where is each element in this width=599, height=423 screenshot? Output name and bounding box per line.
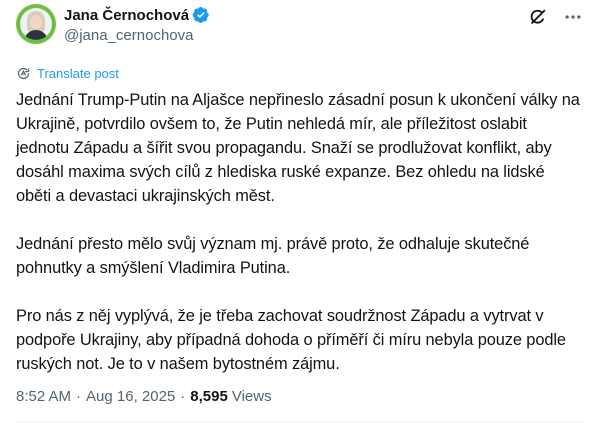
avatar-photo: [20, 8, 52, 40]
views-count[interactable]: 8,595: [190, 388, 228, 405]
post-text: Jednání Trump-Putin na Aljašce nepřinesl…: [16, 88, 583, 400]
meta-separator: ·: [76, 388, 82, 405]
author-names: Jana Černochová @jana_cernochova: [64, 5, 210, 44]
post-time[interactable]: 8:52 AM: [16, 388, 71, 405]
header-actions: [527, 6, 583, 28]
divider: [16, 421, 583, 422]
meta-separator: ·: [180, 388, 186, 405]
post-paragraph: Jednání přesto mělo svůj význam mj. práv…: [16, 235, 530, 277]
name-row: Jana Černochová: [64, 5, 210, 25]
post-paragraph: Pro nás z něj vyplývá, že je třeba zacho…: [16, 307, 566, 373]
avatar[interactable]: [16, 4, 56, 44]
post-paragraph: Jednání Trump-Putin na Aljašce nepřinesl…: [16, 91, 580, 205]
verified-badge-icon[interactable]: [192, 6, 210, 24]
more-icon[interactable]: [563, 7, 583, 27]
translate-icon: [17, 67, 30, 79]
tweet-header: Jana Černochová @jana_cernochova: [16, 4, 583, 52]
translate-post[interactable]: Translate post: [16, 64, 119, 82]
handle[interactable]: @jana_cernochova: [64, 27, 210, 44]
tweet: Jana Černochová @jana_cernochova Transla…: [0, 0, 599, 423]
translate-label[interactable]: Translate post: [37, 66, 119, 81]
post-meta: 8:52 AM · Aug 16, 2025 · 8,595 Views: [16, 388, 272, 405]
post-date[interactable]: Aug 16, 2025: [86, 388, 175, 405]
grok-icon[interactable]: [527, 6, 549, 28]
display-name[interactable]: Jana Černochová: [64, 7, 189, 24]
views-label: Views: [231, 388, 272, 405]
